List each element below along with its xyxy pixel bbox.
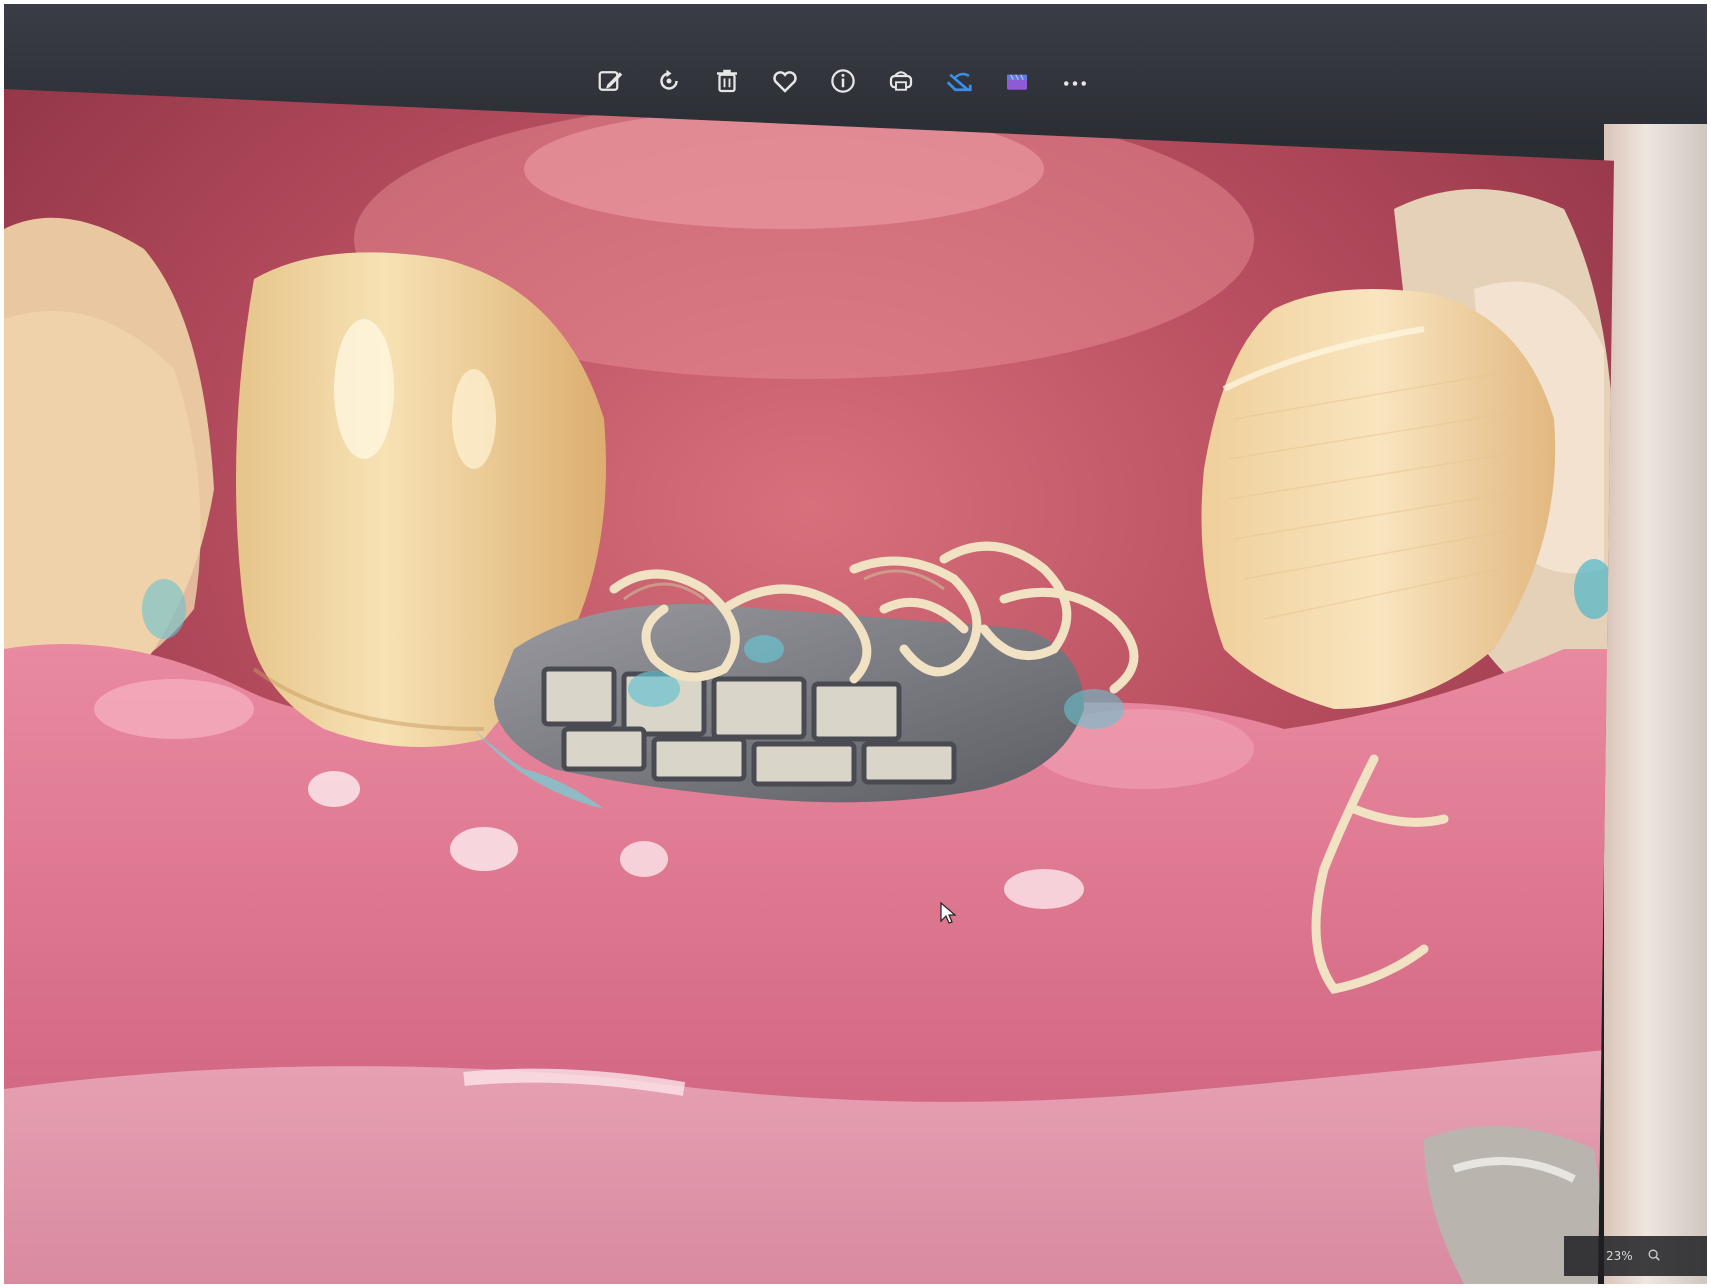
mouse-cursor-icon — [940, 901, 957, 924]
zoom-level[interactable]: 23% — [1606, 1249, 1633, 1263]
share-icon — [946, 72, 972, 92]
more-button[interactable] — [1053, 59, 1097, 103]
status-bar: 23% — [1564, 1236, 1707, 1276]
photo-viewer-window: 23% — [4, 4, 1707, 1284]
share-button[interactable] — [937, 59, 981, 103]
print-icon — [889, 71, 913, 91]
photo-canvas — [4, 89, 1614, 1284]
info-icon — [831, 69, 855, 93]
edit-video-button[interactable] — [995, 59, 1039, 103]
toolbar-icon-group — [589, 56, 1097, 106]
rotate-icon — [660, 69, 678, 90]
more-icon — [1064, 81, 1086, 86]
window-edge — [1604, 124, 1707, 1284]
edit-button[interactable] — [589, 59, 633, 103]
edit-icon — [598, 71, 623, 91]
zoom-icon[interactable] — [1647, 1247, 1661, 1266]
print-button[interactable] — [879, 59, 923, 103]
dental-photo — [4, 89, 1614, 1284]
delete-icon — [717, 69, 737, 93]
favorite-button[interactable] — [763, 59, 807, 103]
favorite-icon — [773, 71, 797, 93]
delete-button[interactable] — [705, 59, 749, 103]
info-button[interactable] — [821, 59, 865, 103]
rotate-button[interactable] — [647, 59, 691, 103]
edit-video-icon — [1007, 74, 1027, 90]
